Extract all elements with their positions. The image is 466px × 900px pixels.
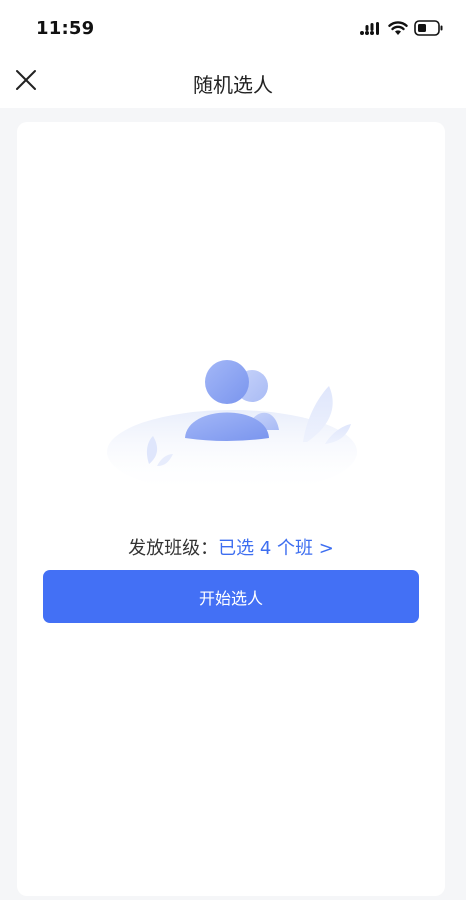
class-selection-link[interactable]: 已选 4 个班 > — [218, 538, 334, 559]
class-selection-row: 发放班级：已选 4 个班 > — [17, 534, 445, 560]
main-card: 发放班级：已选 4 个班 > 开始选人 — [17, 122, 445, 896]
class-label: 发放班级： — [128, 538, 219, 559]
page-title: 随机选人 — [193, 73, 273, 97]
status-time: 11:59 — [36, 18, 95, 39]
wifi-icon — [388, 20, 408, 40]
people-illustration — [107, 354, 357, 494]
battery-icon — [414, 20, 444, 40]
status-icons — [360, 20, 444, 40]
signal-icon — [360, 21, 382, 40]
start-button[interactable]: 开始选人 — [43, 570, 419, 623]
status-bar: 11:59 — [0, 0, 466, 56]
start-button-label: 开始选人 — [198, 588, 263, 608]
nav-bar: 随机选人 — [0, 56, 466, 108]
